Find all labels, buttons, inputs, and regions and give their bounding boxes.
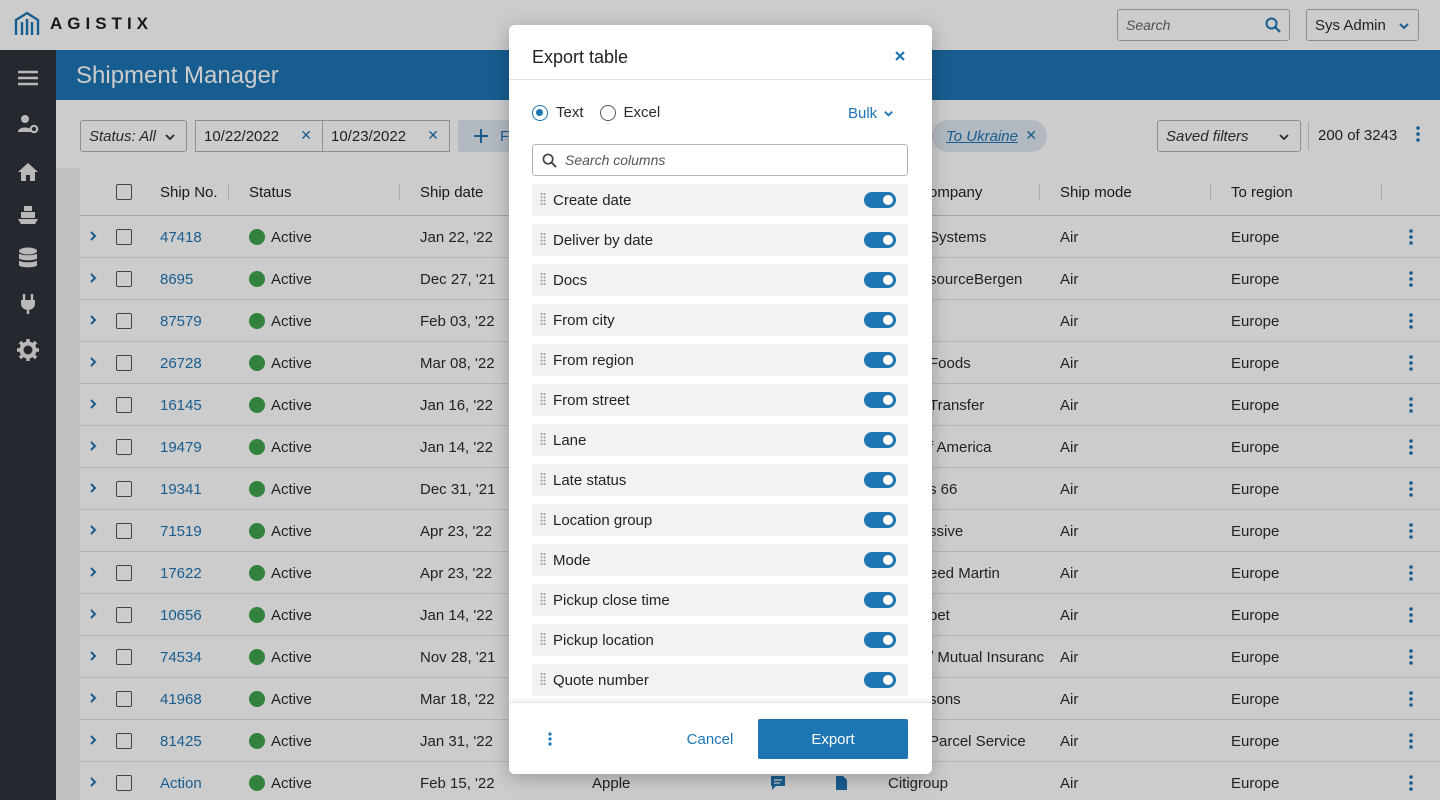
drag-handle-icon[interactable] bbox=[540, 672, 546, 686]
export-column-label: Location group bbox=[553, 512, 653, 529]
export-column-label: Lane bbox=[553, 432, 587, 449]
dialog-title: Export table bbox=[532, 47, 629, 67]
export-column-toggle[interactable] bbox=[864, 472, 896, 488]
column-search-input[interactable] bbox=[565, 145, 895, 175]
cancel-button[interactable]: Cancel bbox=[677, 719, 743, 759]
drag-handle-icon[interactable] bbox=[540, 392, 546, 406]
export-column-item[interactable]: From street bbox=[532, 384, 908, 416]
drag-handle-icon[interactable] bbox=[540, 512, 546, 526]
column-search[interactable] bbox=[532, 144, 908, 176]
export-column-item[interactable]: From region bbox=[532, 344, 908, 376]
export-column-toggle[interactable] bbox=[864, 312, 896, 328]
export-column-item[interactable]: Create date bbox=[532, 184, 908, 216]
drag-handle-icon[interactable] bbox=[540, 192, 546, 206]
export-table-dialog: Export table Text Excel Bulk Create date… bbox=[509, 25, 932, 774]
close-icon[interactable] bbox=[894, 50, 906, 62]
drag-handle-icon[interactable] bbox=[540, 432, 546, 446]
export-column-item[interactable]: Pickup close time bbox=[532, 584, 908, 616]
export-column-item[interactable]: Late status bbox=[532, 464, 908, 496]
export-column-item[interactable]: Quote number bbox=[532, 664, 908, 696]
export-column-label: Quote number bbox=[553, 672, 649, 689]
drag-handle-icon[interactable] bbox=[540, 552, 546, 566]
export-column-toggle[interactable] bbox=[864, 392, 896, 408]
export-column-item[interactable]: Pickup location bbox=[532, 624, 908, 656]
export-column-toggle[interactable] bbox=[864, 432, 896, 448]
export-column-toggle[interactable] bbox=[864, 592, 896, 608]
export-column-item[interactable]: Lane bbox=[532, 424, 908, 456]
export-column-item[interactable]: Mode bbox=[532, 544, 908, 576]
column-list: Create date Deliver by date Docs From city F… bbox=[532, 184, 908, 702]
export-column-item[interactable]: Location group bbox=[532, 504, 908, 536]
drag-handle-icon[interactable] bbox=[540, 232, 546, 246]
export-column-toggle[interactable] bbox=[864, 632, 896, 648]
export-column-label: Deliver by date bbox=[553, 232, 654, 249]
more-vertical-icon[interactable] bbox=[548, 732, 552, 746]
export-column-label: Late status bbox=[553, 472, 627, 489]
export-column-toggle[interactable] bbox=[864, 352, 896, 368]
export-column-label: Pickup close time bbox=[553, 592, 670, 609]
export-column-label: From street bbox=[553, 392, 630, 409]
export-column-label: Docs bbox=[553, 272, 588, 289]
drag-handle-icon[interactable] bbox=[540, 312, 546, 326]
format-excel-radio[interactable] bbox=[599, 104, 616, 121]
export-column-toggle[interactable] bbox=[864, 272, 896, 288]
bulk-dropdown[interactable]: Bulk bbox=[848, 105, 894, 122]
export-column-toggle[interactable] bbox=[864, 512, 896, 528]
format-text-radio[interactable] bbox=[532, 104, 548, 121]
chevron-down-icon bbox=[884, 111, 894, 117]
dialog-footer: Cancel Export bbox=[509, 702, 932, 774]
drag-handle-icon[interactable] bbox=[540, 472, 546, 486]
export-column-toggle[interactable] bbox=[864, 232, 896, 248]
export-column-label: Mode bbox=[553, 552, 591, 569]
format-radio-group: Text Excel bbox=[532, 104, 660, 121]
export-column-item[interactable]: Deliver by date bbox=[532, 224, 908, 256]
search-icon bbox=[542, 153, 557, 168]
drag-handle-icon[interactable] bbox=[540, 592, 546, 606]
drag-handle-icon[interactable] bbox=[540, 352, 546, 366]
export-column-toggle[interactable] bbox=[864, 192, 896, 208]
drag-handle-icon[interactable] bbox=[540, 632, 546, 646]
export-column-label: From region bbox=[553, 352, 634, 369]
export-button[interactable]: Export bbox=[758, 719, 908, 759]
bulk-label: Bulk bbox=[848, 105, 878, 122]
export-column-label: From city bbox=[553, 312, 615, 329]
drag-handle-icon[interactable] bbox=[540, 272, 546, 286]
export-column-label: Create date bbox=[553, 192, 632, 209]
export-column-toggle[interactable] bbox=[864, 672, 896, 688]
export-column-toggle[interactable] bbox=[864, 552, 896, 568]
dialog-header: Export table bbox=[509, 25, 932, 80]
format-excel-label[interactable]: Excel bbox=[624, 104, 661, 121]
export-column-label: Pickup location bbox=[553, 632, 654, 649]
format-text-label[interactable]: Text bbox=[556, 104, 584, 121]
export-column-item[interactable]: From city bbox=[532, 304, 908, 336]
export-column-item[interactable]: Docs bbox=[532, 264, 908, 296]
